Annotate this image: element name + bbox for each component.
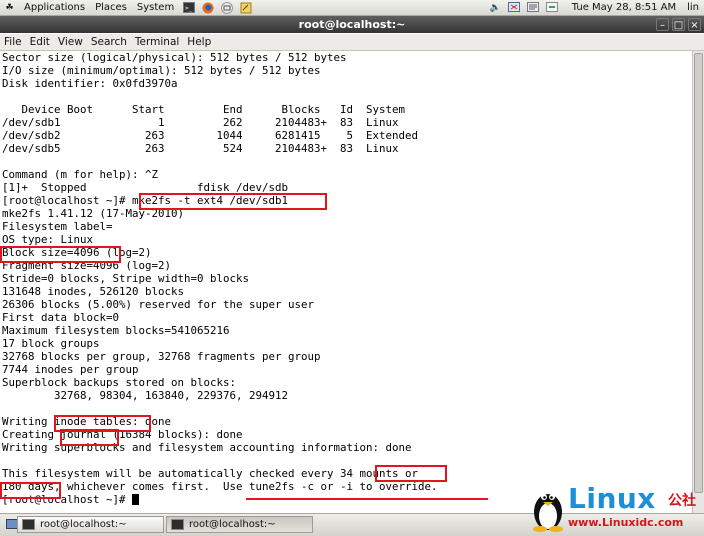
terminal-line: /dev/sdb2 263 1044 6281415 5 Extended (2, 129, 419, 142)
terminal-line: /dev/sdb1 1 262 2104483+ 83 Linux (2, 116, 399, 129)
menu-file[interactable]: File (0, 36, 26, 48)
menu-edit[interactable]: Edit (26, 36, 54, 48)
menu-search[interactable]: Search (87, 36, 131, 48)
svg-text:>_: >_ (185, 5, 193, 12)
taskbar-terminal-2[interactable]: root@localhost:~ (166, 516, 313, 533)
terminal-line: 131648 inodes, 526120 blocks (2, 285, 185, 298)
notes-icon[interactable] (239, 2, 252, 14)
terminal-line: Filesystem label= (2, 220, 113, 233)
watermark-cn: 公社 (668, 493, 696, 509)
terminal-line: Disk identifier: 0x0fd3970a (2, 77, 178, 90)
window-controls: – □ × (653, 18, 701, 31)
terminal-line: Writing inode tables: done (2, 415, 172, 428)
settings-icon[interactable] (527, 2, 540, 14)
taskbar-item-label: root@localhost:~ (40, 519, 127, 530)
terminal-menubar: File Edit View Search Terminal Help (0, 34, 704, 51)
terminal-line: /dev/sdb5 263 524 2104483+ 83 Linux (2, 142, 399, 155)
clock[interactable]: Tue May 28, 8:51 AM (562, 2, 682, 13)
top-panel: ☘ Applications Places System >_ 🔈 Tue Ma… (0, 0, 704, 16)
mail-icon[interactable] (220, 1, 233, 14)
terminal-line: 17 block groups (2, 337, 100, 350)
terminal-line: 26306 blocks (5.00%) reserved for the su… (2, 298, 315, 311)
firefox-icon[interactable] (201, 2, 214, 14)
terminal-icon (171, 519, 184, 530)
scrollbar-thumb[interactable] (694, 53, 703, 493)
terminal-line: OS type: Linux (2, 233, 94, 246)
tux-penguin-icon (533, 494, 563, 532)
terminal-line: 32768, 98304, 163840, 229376, 294912 (2, 389, 289, 402)
menu-terminal[interactable]: Terminal (131, 36, 183, 48)
terminal-line: [1]+ Stopped fdisk /dev/sdb (2, 181, 289, 194)
taskbar-item-label: root@localhost:~ (189, 519, 276, 530)
update-icon[interactable] (546, 2, 559, 14)
terminal-line: Device Boot Start End Blocks Id System (2, 103, 406, 116)
terminal-launcher-icon[interactable]: >_ (182, 2, 195, 14)
terminal-line: Superblock backups stored on blocks: (2, 376, 237, 389)
window-title: root@localhost:~ (298, 18, 406, 31)
panel-tray: 🔈 Tue May 28, 8:51 AM lin (486, 0, 704, 15)
system-menu[interactable]: System (132, 2, 179, 13)
terminal-line: Writing superblocks and filesystem accou… (2, 441, 412, 454)
terminal-prompt: [root@localhost ~]# (2, 493, 133, 506)
terminal-output[interactable]: Sector size (logical/physical): 512 byte… (0, 51, 692, 513)
terminal-line: mke2fs 1.41.12 (17-May-2010) (2, 207, 185, 220)
terminal-icon (22, 519, 35, 530)
terminal-line: This filesystem will be automatically ch… (2, 467, 419, 480)
terminal-line: Fragment size=4096 (log=2) (2, 259, 172, 272)
terminal-line: Block size=4096 (log=2) (2, 246, 152, 259)
user-menu[interactable]: lin (682, 2, 704, 13)
places-menu[interactable]: Places (90, 2, 132, 13)
terminal-line: 180 days, whichever comes first. Use tun… (2, 480, 438, 493)
terminal-line: 7744 inodes per group (2, 363, 139, 376)
taskbar-terminal-1[interactable]: root@localhost:~ (17, 516, 164, 533)
terminal-line: I/O size (minimum/optimal): 512 bytes / … (2, 64, 321, 77)
network-icon[interactable] (508, 2, 521, 14)
foot-icon[interactable]: ☘ (3, 2, 16, 14)
minimize-icon[interactable]: – (656, 18, 669, 31)
terminal-scrollbar[interactable] (692, 51, 704, 513)
applications-menu[interactable]: Applications (19, 2, 90, 13)
terminal-line: First data block=0 (2, 311, 120, 324)
terminal-line: Maximum filesystem blocks=541065216 (2, 324, 230, 337)
terminal-line: Sector size (logical/physical): 512 byte… (2, 51, 347, 64)
volume-icon[interactable]: 🔈 (489, 2, 502, 14)
watermark-url: www.Linuxidc.com (568, 516, 684, 529)
maximize-icon[interactable]: □ (672, 18, 685, 31)
text-cursor (132, 494, 140, 505)
terminal-line: [root@localhost ~]# mke2fs -t ext4 /dev/… (2, 194, 289, 207)
terminal-prompt-line[interactable]: [root@localhost ~]# (2, 493, 140, 506)
window-titlebar[interactable]: root@localhost:~ – □ × (0, 16, 704, 33)
menu-help[interactable]: Help (183, 36, 215, 48)
watermark-brand: Linux (568, 482, 656, 515)
terminal-line: Stride=0 blocks, Stripe width=0 blocks (2, 272, 250, 285)
linuxidc-watermark: Linux 公社 www.Linuxidc.com (528, 482, 704, 534)
terminal-line: Creating journal (16384 blocks): done (2, 428, 243, 441)
close-icon[interactable]: × (688, 18, 701, 31)
terminal-line: Command (m for help): ^Z (2, 168, 159, 181)
terminal-line: 32768 blocks per group, 32768 fragments … (2, 350, 321, 363)
underline-tune2fs (246, 498, 488, 500)
menu-view[interactable]: View (54, 36, 87, 48)
